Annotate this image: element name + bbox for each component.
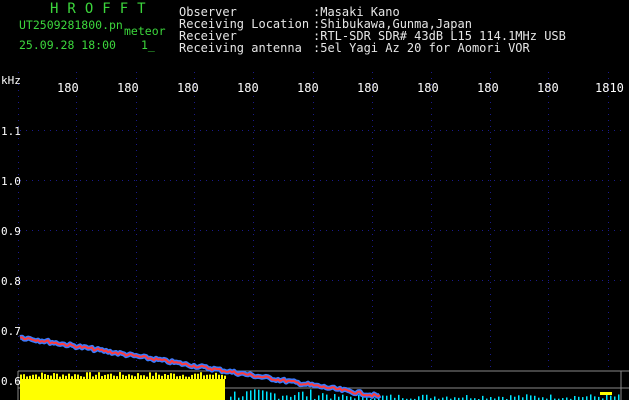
y-tick-label: 1.0 bbox=[1, 175, 21, 188]
y-axis-labels: kHz 1.1 1.0 0.9 0.8 0.7 0.6 bbox=[1, 74, 21, 388]
x-tick-label: 180 bbox=[117, 81, 139, 95]
x-tick-label: 180 bbox=[237, 81, 259, 95]
x-tick-label: 180 bbox=[177, 81, 199, 95]
x-tick-label: 180 bbox=[357, 81, 379, 95]
y-tick-label: 0.8 bbox=[1, 275, 21, 288]
spectrogram-plot: kHz1.11.00.90.80.70.6 180 180 180 180 180 180… bbox=[1, 72, 629, 400]
x-tick-label: 180 bbox=[477, 81, 499, 95]
y-tick-label: 1.1 bbox=[1, 125, 21, 138]
y-tick-label: 0.9 bbox=[1, 225, 21, 238]
y-tick-label: 0.6 bbox=[1, 375, 21, 388]
x-tick-label: 180 bbox=[297, 81, 319, 95]
x-axis-labels: 180 180 180 180 180 180 180 180 180 1810 bbox=[57, 81, 624, 95]
y-tick-label: 0.7 bbox=[1, 325, 21, 338]
x-tick-label: 180 bbox=[417, 81, 439, 95]
x-tick-label: 1810 bbox=[595, 81, 624, 95]
grid-dots bbox=[18, 72, 621, 367]
x-tick-label: 180 bbox=[57, 81, 79, 95]
x-tick-label: 180 bbox=[537, 81, 559, 95]
y-axis-unit: kHz bbox=[1, 74, 21, 87]
